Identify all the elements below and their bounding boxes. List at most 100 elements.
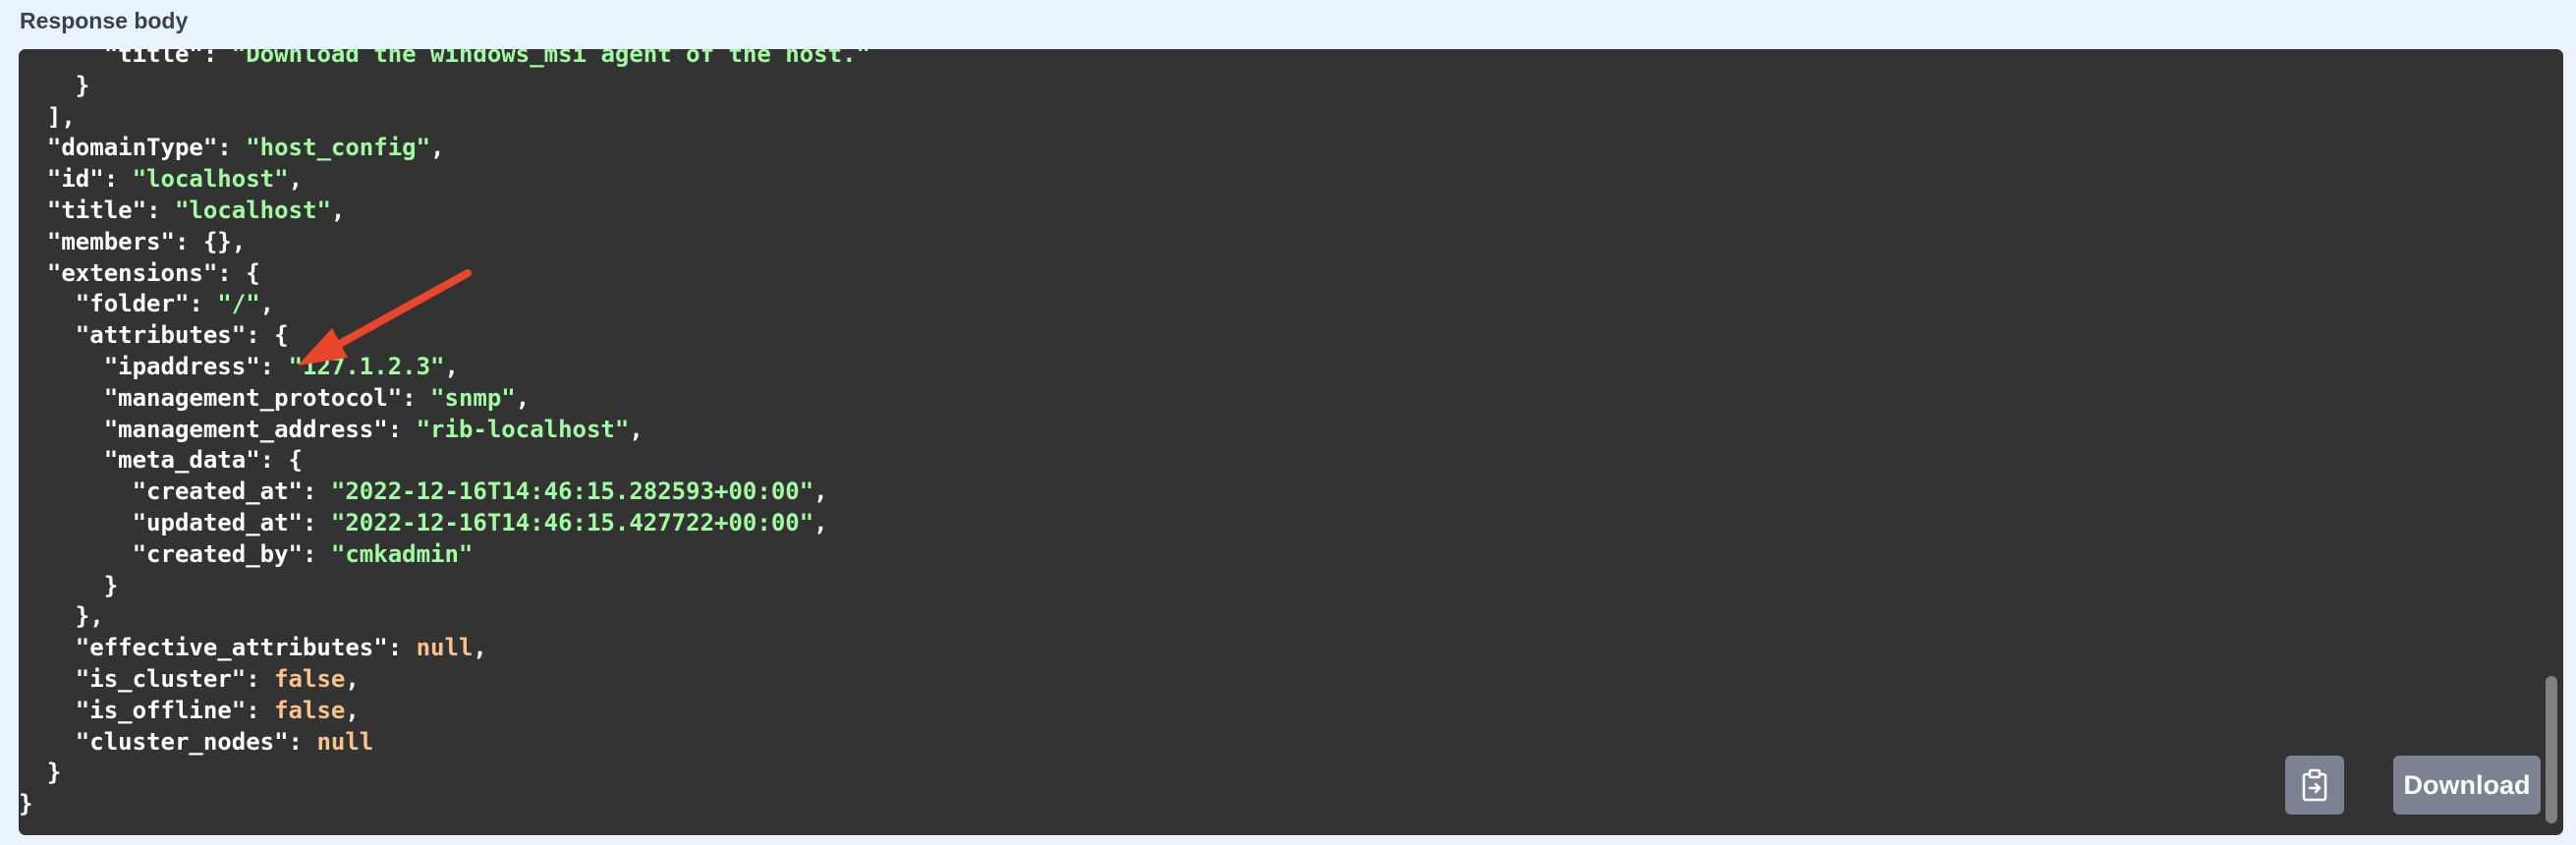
json-punctuation: [19, 540, 133, 568]
code-line: "attributes": {: [19, 320, 870, 352]
json-punctuation: : {: [246, 321, 289, 350]
download-button[interactable]: Download: [2393, 756, 2541, 815]
json-punctuation: }: [19, 71, 90, 99]
json-punctuation: :: [202, 49, 232, 68]
json-punctuation: [19, 228, 47, 255]
json-punctuation: [19, 416, 104, 443]
json-punctuation: }: [19, 790, 33, 818]
code-line: "domainType": "host_config",: [19, 133, 870, 164]
code-line: "extensions": {: [19, 258, 870, 290]
code-line: "created_at": "2022-12-16T14:46:15.28259…: [19, 477, 870, 508]
json-punctuation: ,: [629, 415, 644, 443]
json-punctuation: :: [387, 634, 417, 662]
code-line: "cluster_nodes": null: [19, 727, 870, 759]
code-line: "created_by": "cmkadmin": [19, 539, 870, 571]
json-punctuation: :: [302, 478, 331, 506]
json-key: "ipaddress": [103, 352, 260, 380]
code-line: "folder": "/",: [19, 289, 870, 320]
json-key: "is_cluster": [75, 664, 247, 693]
code-line: }: [19, 789, 870, 820]
json-punctuation: ,: [813, 508, 828, 536]
json-key: "meta_data": [103, 446, 260, 475]
json-punctuation: : {: [217, 258, 260, 287]
code-line: ],: [19, 102, 870, 134]
json-punctuation: :: [217, 134, 247, 162]
json-string: "localhost": [132, 165, 289, 194]
json-punctuation: :: [302, 539, 331, 568]
json-punctuation: :: [246, 696, 275, 724]
response-body-code: "title": "Download the windows_msi agent…: [19, 49, 870, 820]
json-punctuation: ,: [288, 165, 304, 194]
json-key: "domainType": [46, 134, 218, 162]
code-line: "is_cluster": false,: [19, 664, 870, 696]
json-punctuation: ,: [259, 290, 275, 318]
json-punctuation: :: [402, 383, 431, 412]
code-line: "title": "Download the windows_msi agent…: [19, 49, 870, 71]
json-punctuation: ,: [330, 196, 346, 224]
clipboard-icon: [2302, 768, 2327, 802]
json-key: "cluster_nodes": [75, 727, 289, 756]
json-punctuation: [19, 134, 47, 161]
json-punctuation: }: [19, 759, 62, 787]
json-punctuation: [19, 259, 47, 287]
code-line: "is_offline": false,: [19, 696, 870, 727]
code-line: "updated_at": "2022-12-16T14:46:15.42772…: [19, 508, 870, 539]
json-punctuation: [19, 665, 76, 693]
code-line: "title": "localhost",: [19, 196, 870, 227]
json-punctuation: ,: [444, 352, 459, 380]
json-string: "cmkadmin": [330, 539, 474, 568]
json-punctuation: [19, 165, 47, 193]
json-punctuation: [19, 634, 76, 661]
json-punctuation: }: [19, 571, 119, 599]
json-key: "extensions": [46, 258, 218, 287]
json-string: "2022-12-16T14:46:15.427722+00:00": [330, 508, 814, 536]
code-line: "ipaddress": "127.1.2.3",: [19, 352, 870, 383]
code-line: "management_address": "rib-localhost",: [19, 415, 870, 446]
json-string: "Download the windows_msi agent of the h…: [231, 49, 870, 68]
json-string: "snmp": [430, 383, 516, 412]
json-punctuation: },: [19, 602, 104, 631]
code-line: }: [19, 758, 870, 789]
json-punctuation: :: [387, 415, 417, 443]
json-punctuation: [19, 509, 133, 536]
json-punctuation: [19, 697, 76, 724]
json-key: "members": [46, 227, 175, 255]
code-line: "management_protocol": "snmp",: [19, 383, 870, 415]
json-literal: null: [316, 727, 374, 756]
response-body-panel[interactable]: "title": "Download the windows_msi agent…: [19, 49, 2563, 835]
json-punctuation: :: [259, 352, 289, 380]
json-literal: null: [416, 634, 474, 662]
json-punctuation: [19, 49, 104, 68]
json-punctuation: ,: [813, 478, 828, 506]
json-key: "updated_at": [132, 508, 303, 536]
json-literal: false: [274, 664, 346, 693]
json-punctuation: [19, 446, 104, 474]
json-punctuation: [19, 197, 47, 224]
json-string: "localhost": [174, 196, 331, 224]
scrollbar-thumb[interactable]: [2546, 676, 2557, 823]
json-punctuation: [19, 478, 133, 505]
code-line: "meta_data": {: [19, 445, 870, 477]
json-literal: false: [274, 696, 346, 724]
json-string: "2022-12-16T14:46:15.282593+00:00": [330, 478, 814, 506]
json-punctuation: [19, 728, 76, 756]
json-punctuation: [19, 384, 104, 412]
code-line: "members": {},: [19, 227, 870, 258]
json-punctuation: :: [302, 508, 331, 536]
json-key: "effective_attributes": [75, 634, 388, 662]
vertical-scrollbar[interactable]: [2546, 53, 2557, 831]
json-punctuation: [19, 321, 76, 349]
json-punctuation: :: [103, 165, 133, 194]
copy-to-clipboard-button[interactable]: [2285, 756, 2344, 815]
json-key: "title": [46, 196, 147, 224]
code-line: "id": "localhost",: [19, 164, 870, 196]
code-line: "effective_attributes": null,: [19, 633, 870, 664]
json-punctuation: :: [288, 727, 317, 756]
json-key: "attributes": [75, 321, 247, 350]
json-string: "host_config": [246, 134, 431, 162]
json-key: "is_offline": [75, 696, 247, 724]
json-punctuation: :: [146, 196, 175, 224]
code-line: }: [19, 571, 870, 602]
code-line: }: [19, 71, 870, 102]
json-punctuation: ,: [515, 383, 531, 412]
